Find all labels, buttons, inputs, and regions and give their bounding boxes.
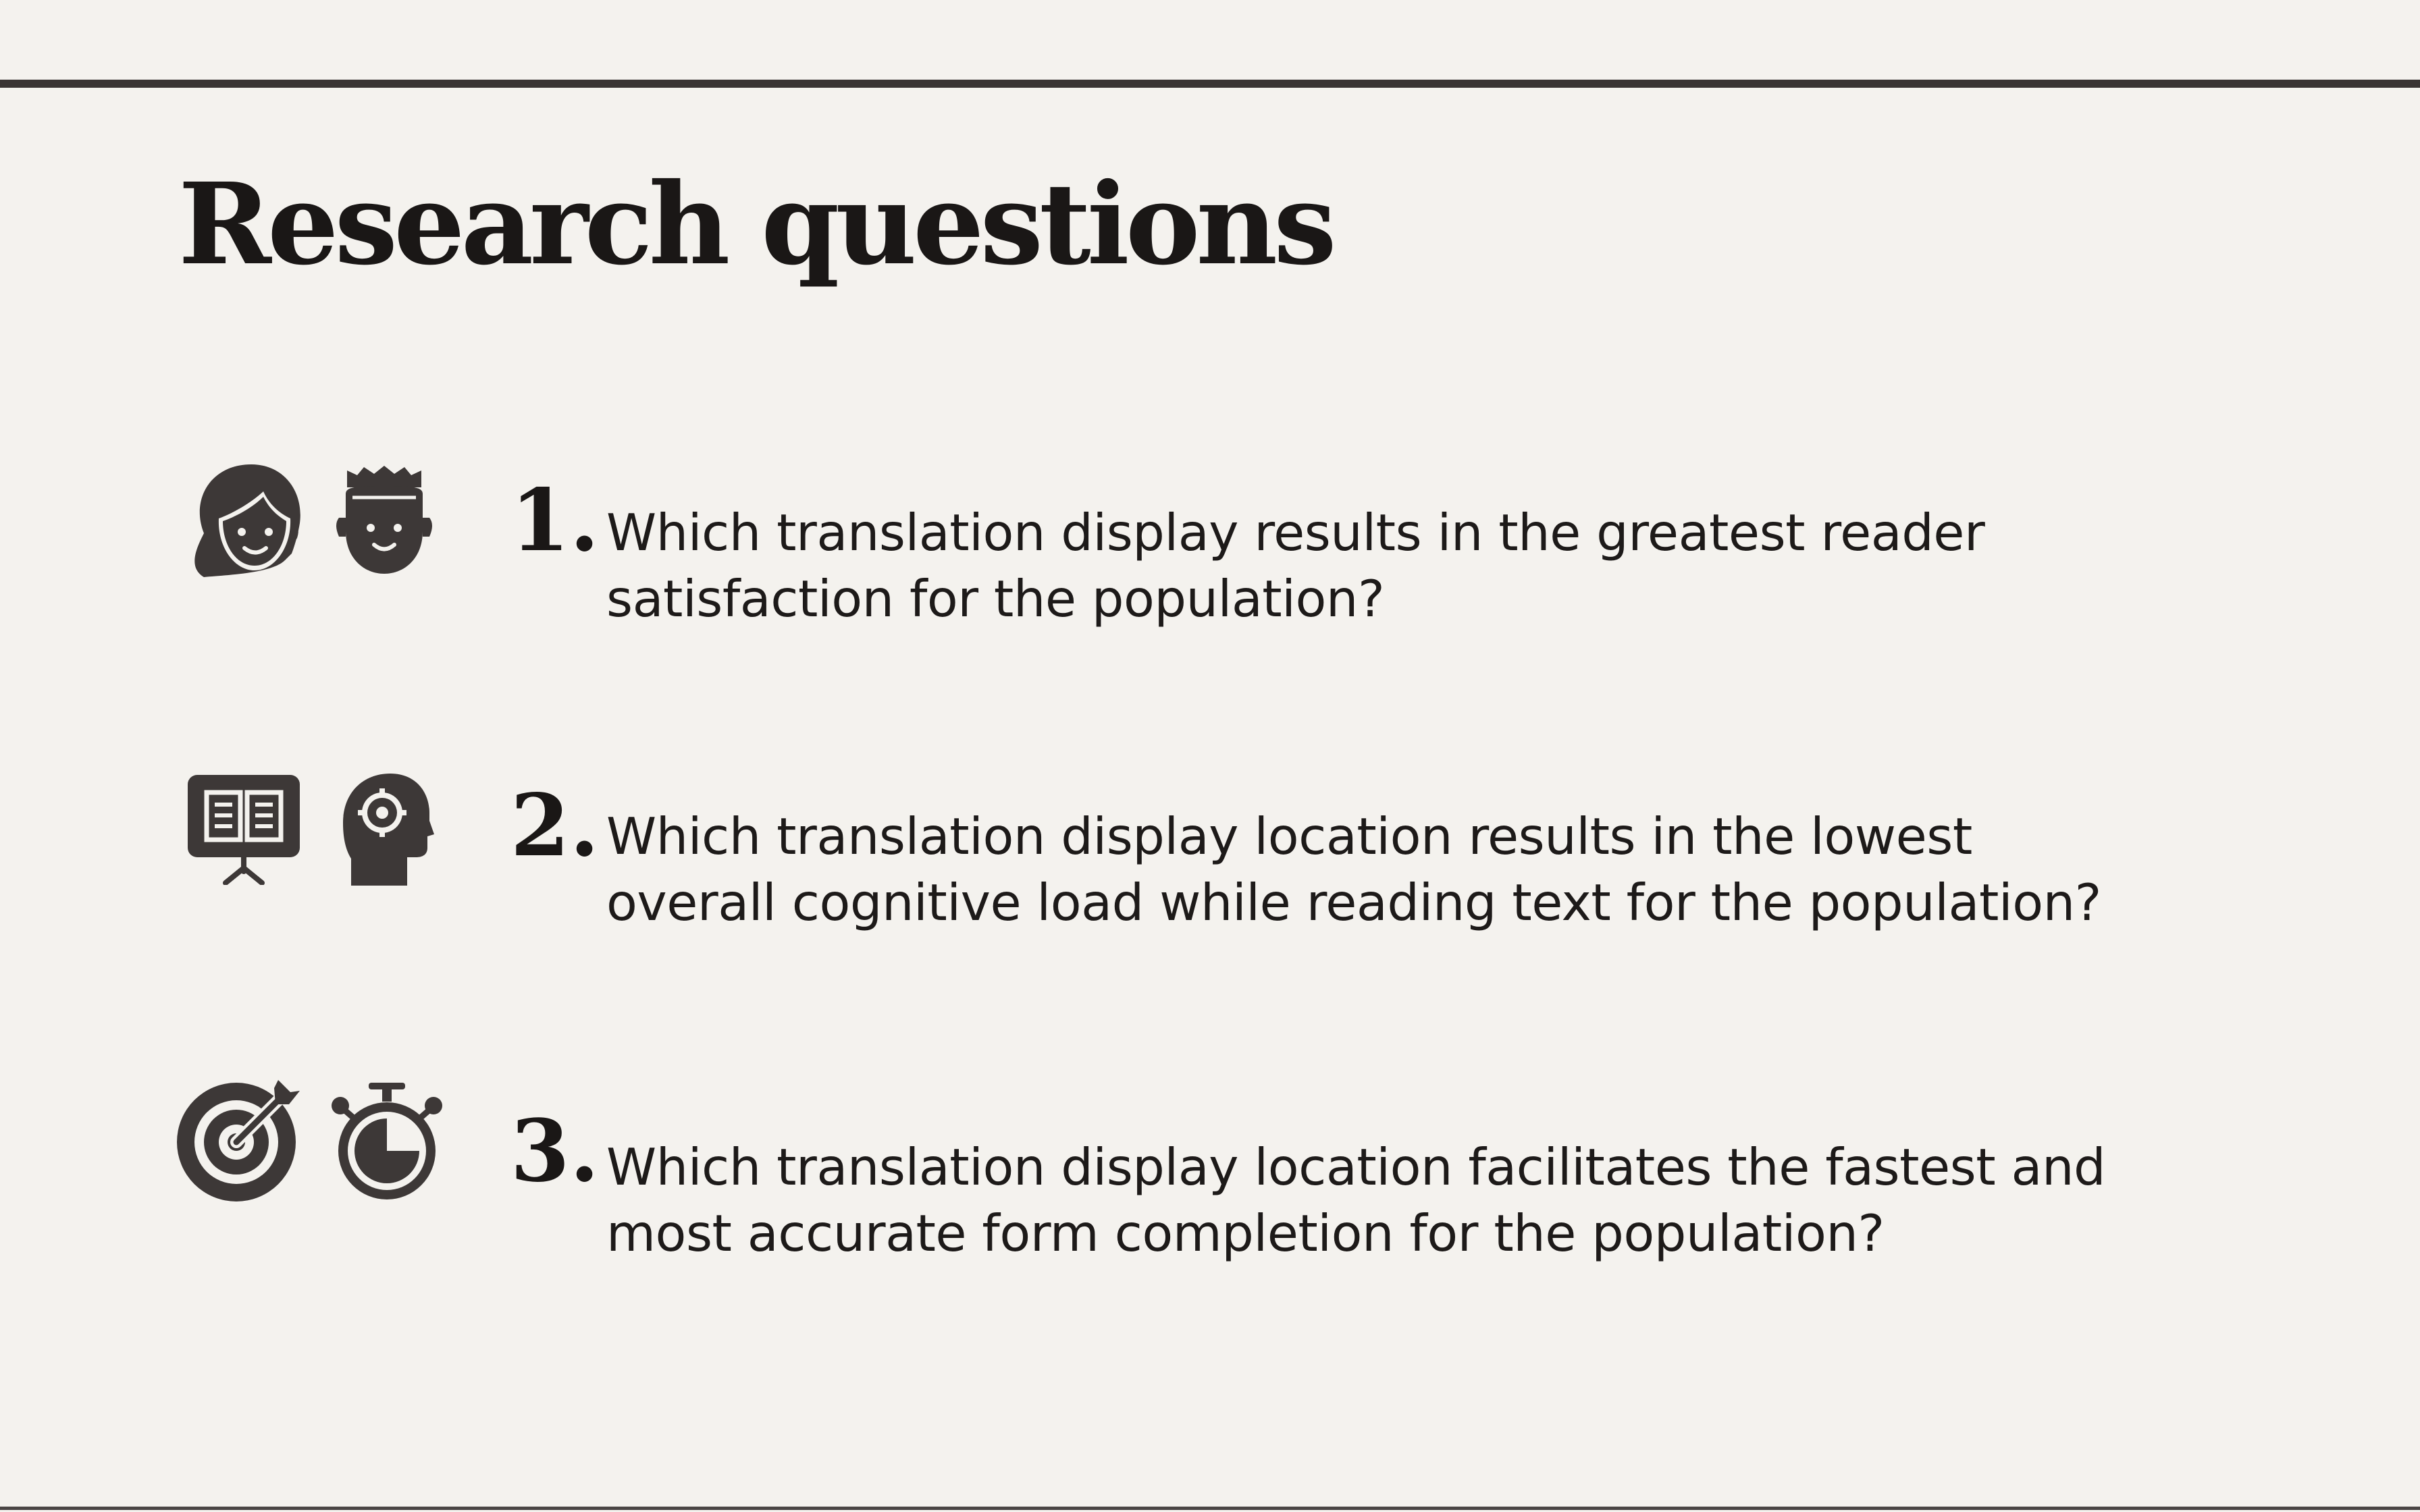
top-divider — [0, 80, 2420, 88]
question-text-line: most accurate form completion for the po… — [606, 1204, 1885, 1263]
question-text-line: overall cognitive load while reading tex… — [606, 873, 2101, 932]
question-text-line: Which translation display location facil… — [606, 1137, 2106, 1197]
stopwatch-icon — [330, 1080, 444, 1202]
question-number: 3. — [510, 1101, 600, 1201]
page-title: Research questions — [178, 159, 1337, 290]
question-text: Which translation display location resul… — [606, 803, 2281, 936]
question-text-line: satisfaction for the population? — [606, 569, 1385, 628]
presentation-book-icon — [186, 774, 301, 885]
bottom-divider — [0, 1507, 2420, 1510]
question-number: 2. — [510, 776, 600, 875]
question-text: Which translation display results in the… — [606, 500, 2281, 632]
man-face-icon — [334, 460, 435, 575]
slide: Research questions 1. Which translation … — [0, 0, 2420, 1512]
woman-face-icon — [184, 459, 305, 577]
question-text-line: Which translation display results in the… — [606, 503, 1985, 562]
head-gear-icon — [336, 772, 434, 887]
target-arrow-icon — [174, 1077, 302, 1202]
question-text: Which translation display location facil… — [606, 1134, 2281, 1266]
question-number: 1. — [510, 470, 600, 570]
question-text-line: Which translation display location resul… — [606, 807, 1972, 866]
